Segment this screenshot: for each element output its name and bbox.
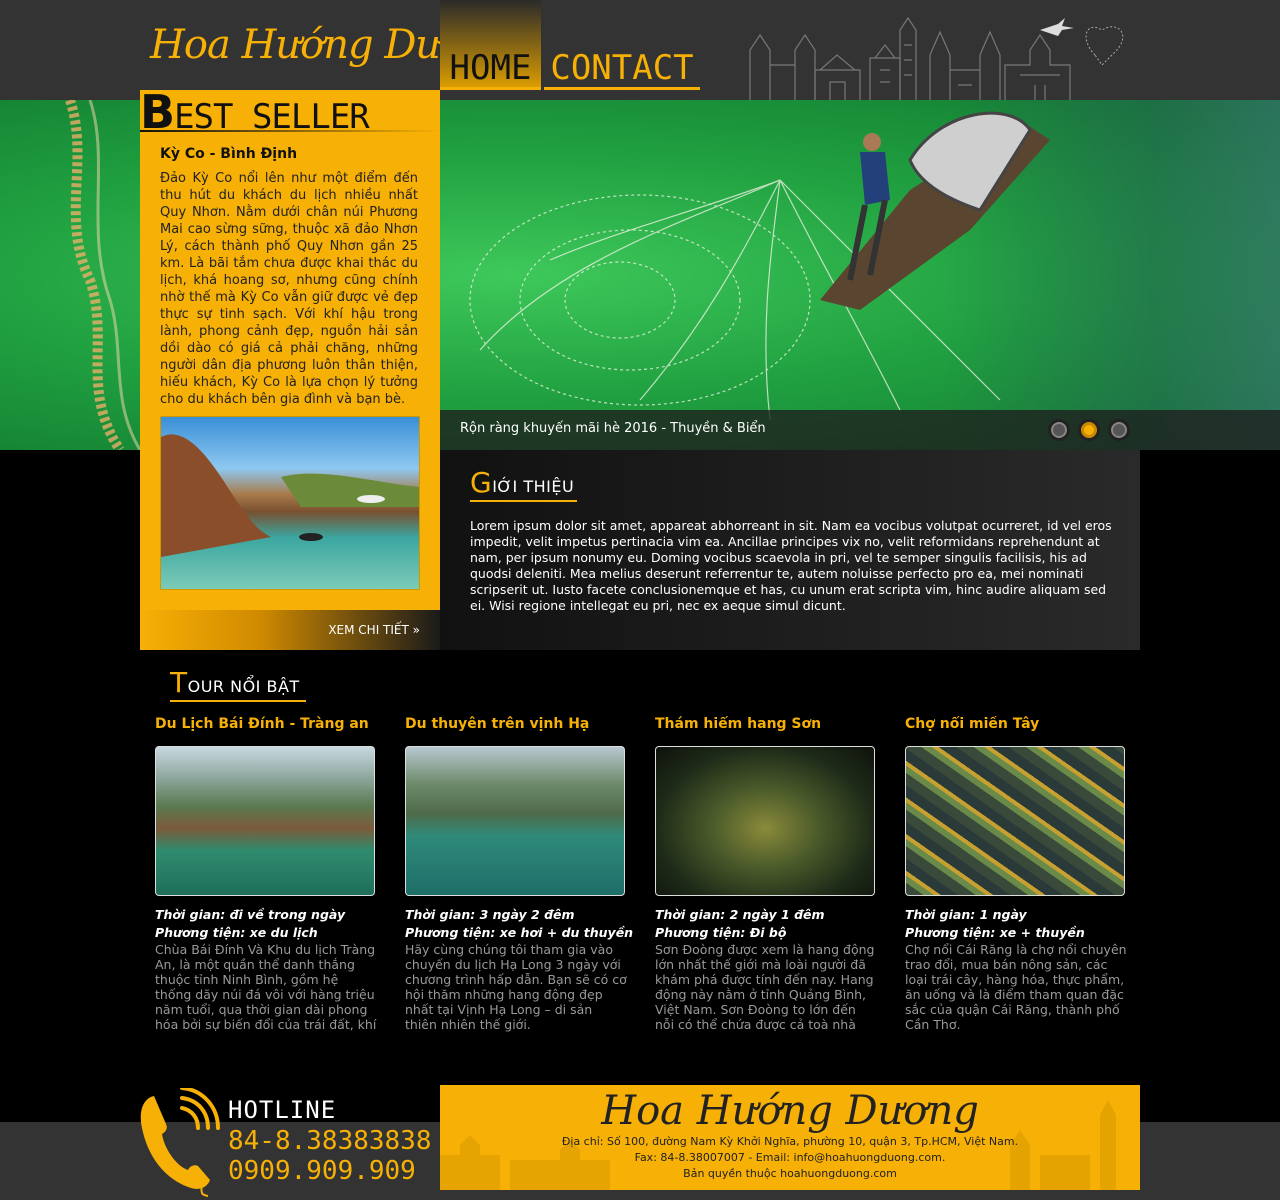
slider-dot-2-active[interactable] [1078,419,1100,441]
tour-description: Hãy cùng chúng tôi tham gia vào chuyến d… [405,942,627,1032]
tour-description: Sơn Đoòng được xem là hang động lớn nhất… [655,942,875,1032]
tour-card: Du Lịch Bái Đính - Tràng an Thời gian: đ… [155,716,377,1032]
footer-contact: Fax: 84-8.38007007 - Email: info@hoahuon… [634,1151,946,1164]
intro-text: Lorem ipsum dolor sit amet, appareat abh… [470,518,1112,613]
tour-card: Chợ nổi miền Tây Thời gian: 1 ngày Phươn… [905,716,1127,1032]
tour-name[interactable]: Thám hiểm hang Sơn [655,716,877,736]
view-details-link[interactable]: XEM CHI TIẾT » [328,623,420,637]
site-header: Hoa Hướng Dương HOME CONTACT [0,0,1280,100]
intro-title: GIỚI THIỆU [470,466,577,502]
tour-image[interactable] [155,746,375,896]
slider-dot-1[interactable] [1048,419,1070,441]
tour-card: Thám hiểm hang Sơn Thời gian: 2 ngày 1 đ… [655,716,877,1032]
bestseller-description: Đảo Kỳ Co nổi lên như một điểm đến thu h… [160,171,418,407]
tour-vehicle: Phương tiện: Đi bộ [655,925,787,940]
bestseller-image[interactable] [160,416,420,590]
bestseller-title: BEST SELLER [140,85,370,139]
footer-address: Địa chỉ: Số 100, đường Nam Kỳ Khởi Nghĩa… [561,1135,1019,1148]
slider-dot-3[interactable] [1108,419,1130,441]
hotline-phone-2[interactable]: 0909.909.909 [228,1156,416,1186]
bestseller-footer: XEM CHI TIẾT » [140,610,440,650]
landmark-skyline-illustration [749,16,1124,100]
tour-image[interactable] [405,746,625,896]
footer-logo[interactable]: Hoa Hướng Dương [440,1085,1140,1137]
tour-name[interactable]: Du Lịch Bái Đính - Tràng an [155,716,377,736]
tour-description: Chợ nổi Cái Răng là chợ nổi chuyên trao … [905,942,1127,1032]
hero-caption: Rộn ràng khuyến mãi hè 2016 - Thuyền & B… [460,421,766,436]
title-underline [140,130,440,132]
tour-vehicle: Phương tiện: xe du lịch [155,925,318,940]
hero-photo-fisherman [440,100,1280,450]
hero-caption-bar: Rộn ràng khuyến mãi hè 2016 - Thuyền & B… [440,410,1280,450]
hotline-label: HOTLINE [228,1096,337,1124]
phone-icon [140,1088,220,1197]
tour-description: Chùa Bái Đính Và Khu du lịch Tràng An, l… [155,942,377,1032]
tour-image[interactable] [655,746,875,896]
tour-vehicle: Phương tiện: xe hơi + du thuyền [405,925,634,940]
footer-copyright: Bản quyền thuộc hoahuongduong.com [683,1167,897,1180]
tour-image[interactable] [905,746,1125,896]
tour-vehicle: Phương tiện: xe + thuyền [905,925,1085,940]
tour-card: Du thuyên trên vịnh Hạ Thời gian: 3 ngày… [405,716,634,1032]
tour-duration: Thời gian: 1 ngày [905,907,1027,922]
intro-section: GIỚI THIỆU Lorem ipsum dolor sit amet, a… [440,450,1140,650]
nav-home[interactable]: HOME [440,46,541,90]
tour-name[interactable]: Chợ nổi miền Tây [905,716,1127,736]
tours-title: TOUR NỔI BẬT [170,666,306,702]
footer-info-box: Hoa Hướng Dương Địa chỉ: Số 100, đường N… [440,1085,1140,1190]
nav-contact[interactable]: CONTACT [544,46,700,90]
tour-duration: Thời gian: đi về trong ngày [155,907,346,922]
bestseller-heading[interactable]: Kỳ Co - Bình Định [160,146,297,162]
hotline-phone-1[interactable]: 84-8.38383838 [228,1126,432,1156]
bestseller-panel: BEST SELLER Kỳ Co - Bình Định Đảo Kỳ Co … [140,85,440,650]
tour-duration: Thời gian: 2 ngày 1 đêm [655,907,825,922]
tour-duration: Thời gian: 3 ngày 2 đêm [405,907,575,922]
tour-name[interactable]: Du thuyên trên vịnh Hạ [405,716,627,736]
